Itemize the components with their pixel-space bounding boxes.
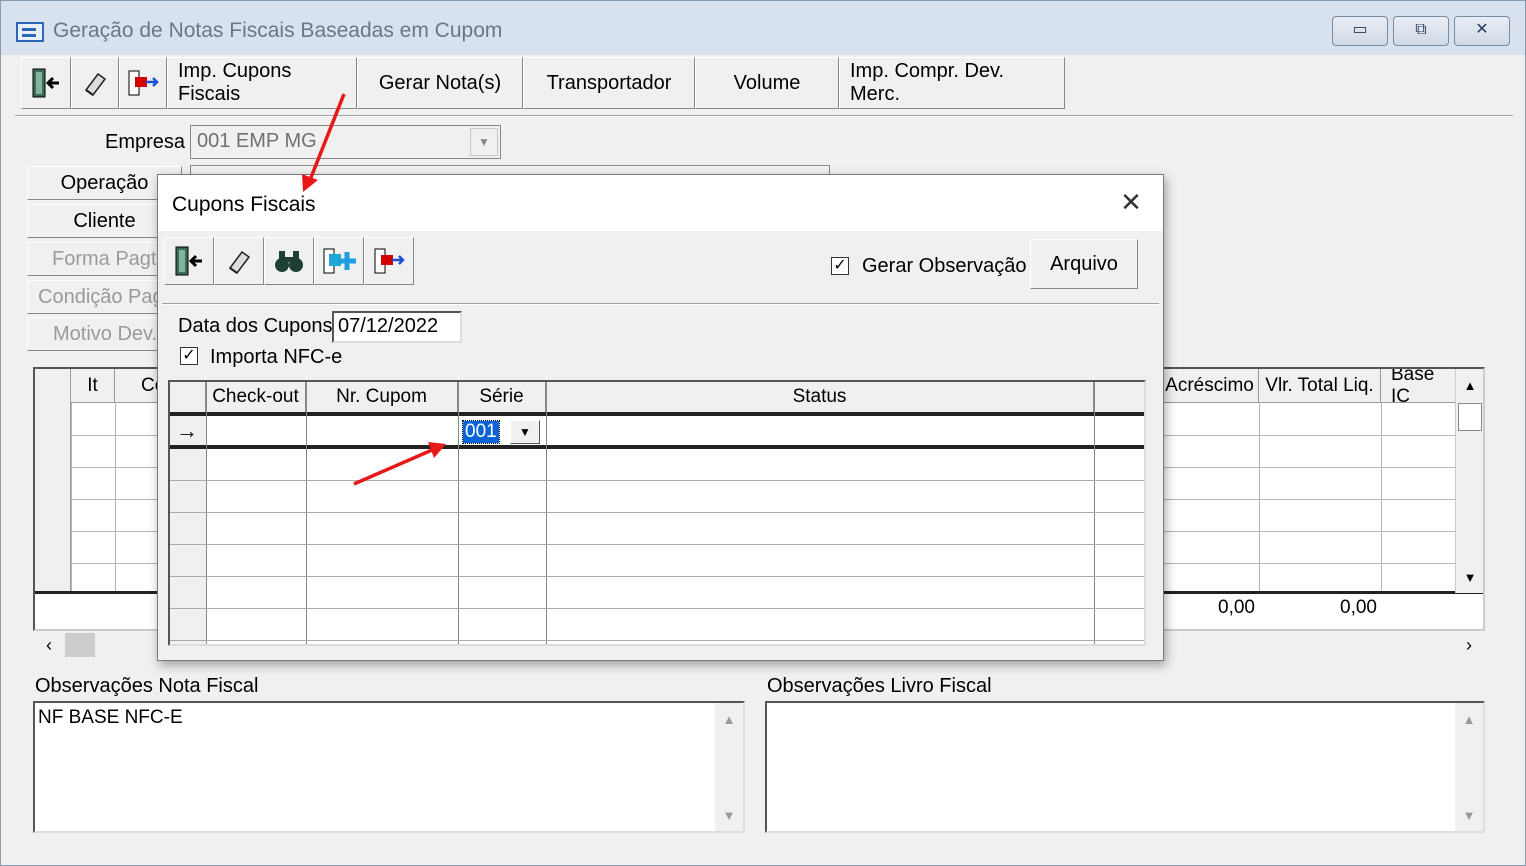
obs-livro-scrollbar[interactable]: ▲ ▼ (1455, 703, 1483, 831)
dialog-toolbar (164, 237, 414, 285)
app-icon (16, 22, 44, 42)
imp-cupons-fiscais-button[interactable]: Imp. Cupons Fiscais (167, 57, 357, 109)
gerar-observacao-checkbox[interactable]: ✓ (831, 257, 849, 275)
volume-button[interactable]: Volume (695, 57, 839, 109)
scroll-up-icon[interactable]: ▲ (1458, 373, 1482, 397)
minimize-button[interactable]: ▭ (1332, 16, 1388, 46)
restore-button[interactable]: ⧉ (1393, 16, 1449, 46)
data-cupons-label: Data dos Cupons (178, 315, 333, 337)
obs-nota-fiscal-value: NF BASE NFC-E (38, 707, 183, 728)
eraser-icon (84, 72, 107, 97)
obs-nota-fiscal-textarea[interactable]: NF BASE NFC-E ▲ ▼ (33, 701, 745, 833)
dialog-exit-button[interactable] (164, 237, 214, 285)
scroll-thumb-horizontal[interactable] (65, 633, 95, 657)
dialog-separator (162, 303, 1159, 305)
transportador-button[interactable]: Transportador (523, 57, 695, 109)
dialog-title: Cupons Fiscais (172, 193, 316, 216)
obs-livro-fiscal-label: Observações Livro Fiscal (767, 675, 992, 697)
grid-header-it[interactable]: It (71, 369, 115, 403)
scroll-left-icon[interactable]: ‹ (37, 633, 61, 657)
scroll-right-icon[interactable]: › (1457, 633, 1481, 657)
empresa-label: Empresa (105, 131, 186, 153)
current-row-indicator: → (176, 418, 198, 443)
grid-header-base-ic[interactable]: Base IC (1381, 369, 1457, 403)
close-button[interactable]: ✕ (1454, 16, 1510, 46)
binoculars-icon (275, 251, 303, 272)
empresa-select[interactable]: 001 EMP MG ▼ (190, 125, 501, 159)
arquivo-button[interactable]: Arquivo (1030, 239, 1138, 289)
eraser-icon (228, 250, 251, 275)
scroll-up-icon[interactable]: ▲ (717, 707, 741, 731)
export-icon (128, 70, 159, 96)
scroll-down-icon[interactable]: ▼ (1457, 803, 1481, 827)
scroll-down-icon[interactable]: ▼ (717, 803, 741, 827)
serie-value: 001 (462, 420, 500, 444)
grid-header-vlr-total-liq[interactable]: Vlr. Total Liq. (1259, 369, 1381, 403)
export-icon (374, 248, 405, 274)
importa-nfce-checkbox[interactable]: ✓ (180, 347, 198, 365)
grid-header-blank (1094, 382, 1144, 412)
scroll-down-icon[interactable]: ▼ (1458, 565, 1482, 589)
dialog-search-button[interactable] (264, 237, 314, 285)
importa-nfce-label: Importa NFC-e (210, 346, 343, 368)
grid-header-indicator (170, 382, 206, 412)
serie-select[interactable]: 001 ▼ (460, 418, 544, 446)
dialog-clear-button[interactable] (214, 237, 264, 285)
exit-icon (175, 246, 202, 276)
clear-button[interactable] (71, 57, 119, 109)
toolbar-separator (15, 115, 1513, 117)
chevron-down-icon[interactable]: ▼ (510, 420, 540, 444)
data-cupons-input[interactable]: 07/12/2022 (332, 311, 462, 343)
exit-button[interactable] (21, 57, 71, 109)
exit-icon (32, 68, 59, 98)
title-bar: Geração de Notas Fiscais Baseadas em Cup… (1, 1, 1525, 55)
empresa-value: 001 EMP MG (197, 130, 317, 152)
total-vlr-total-liq: 0,00 (1340, 597, 1377, 618)
dialog-title-bar: Cupons Fiscais ✕ (158, 175, 1163, 231)
add-icon (323, 248, 356, 274)
window-title: Geração de Notas Fiscais Baseadas em Cup… (53, 19, 503, 42)
total-acrescimo: 0,00 (1218, 597, 1255, 618)
obs-nota-fiscal-label: Observações Nota Fiscal (35, 675, 259, 697)
grid-header-nr-cupom[interactable]: Nr. Cupom (306, 382, 458, 412)
obs-livro-fiscal-textarea[interactable]: ▲ ▼ (765, 701, 1485, 833)
grid-header-check-out[interactable]: Check-out (206, 382, 306, 412)
gerar-notas-button[interactable]: Gerar Nota(s) (357, 57, 523, 109)
cupons-fiscais-dialog: Cupons Fiscais ✕ ✓ Gerar Observação Arqu… (157, 174, 1164, 661)
dialog-close-button[interactable]: ✕ (1115, 187, 1147, 219)
grid-header-status[interactable]: Status (546, 382, 1094, 412)
imp-compr-dev-merc-button[interactable]: Imp. Compr. Dev. Merc. (839, 57, 1065, 109)
dialog-add-button[interactable] (314, 237, 364, 285)
grid-vertical-scrollbar[interactable]: ▲ ▼ (1455, 369, 1483, 593)
grid-header-serie[interactable]: Série (458, 382, 546, 412)
scroll-thumb[interactable] (1458, 403, 1482, 431)
chevron-down-icon[interactable]: ▼ (470, 128, 498, 156)
dialog-export-button[interactable] (364, 237, 414, 285)
cupons-grid[interactable]: Check-out Nr. Cupom Série Status → 001 ▼ (168, 380, 1146, 646)
obs-nf-scrollbar[interactable]: ▲ ▼ (715, 703, 743, 831)
gerar-observacao-label: Gerar Observação (862, 255, 1027, 277)
scroll-up-icon[interactable]: ▲ (1457, 707, 1481, 731)
grid-header-acrescimo[interactable]: Acréscimo (1161, 369, 1259, 403)
export-button[interactable] (119, 57, 167, 109)
main-toolbar: Imp. Cupons Fiscais Gerar Nota(s) Transp… (21, 57, 1065, 109)
